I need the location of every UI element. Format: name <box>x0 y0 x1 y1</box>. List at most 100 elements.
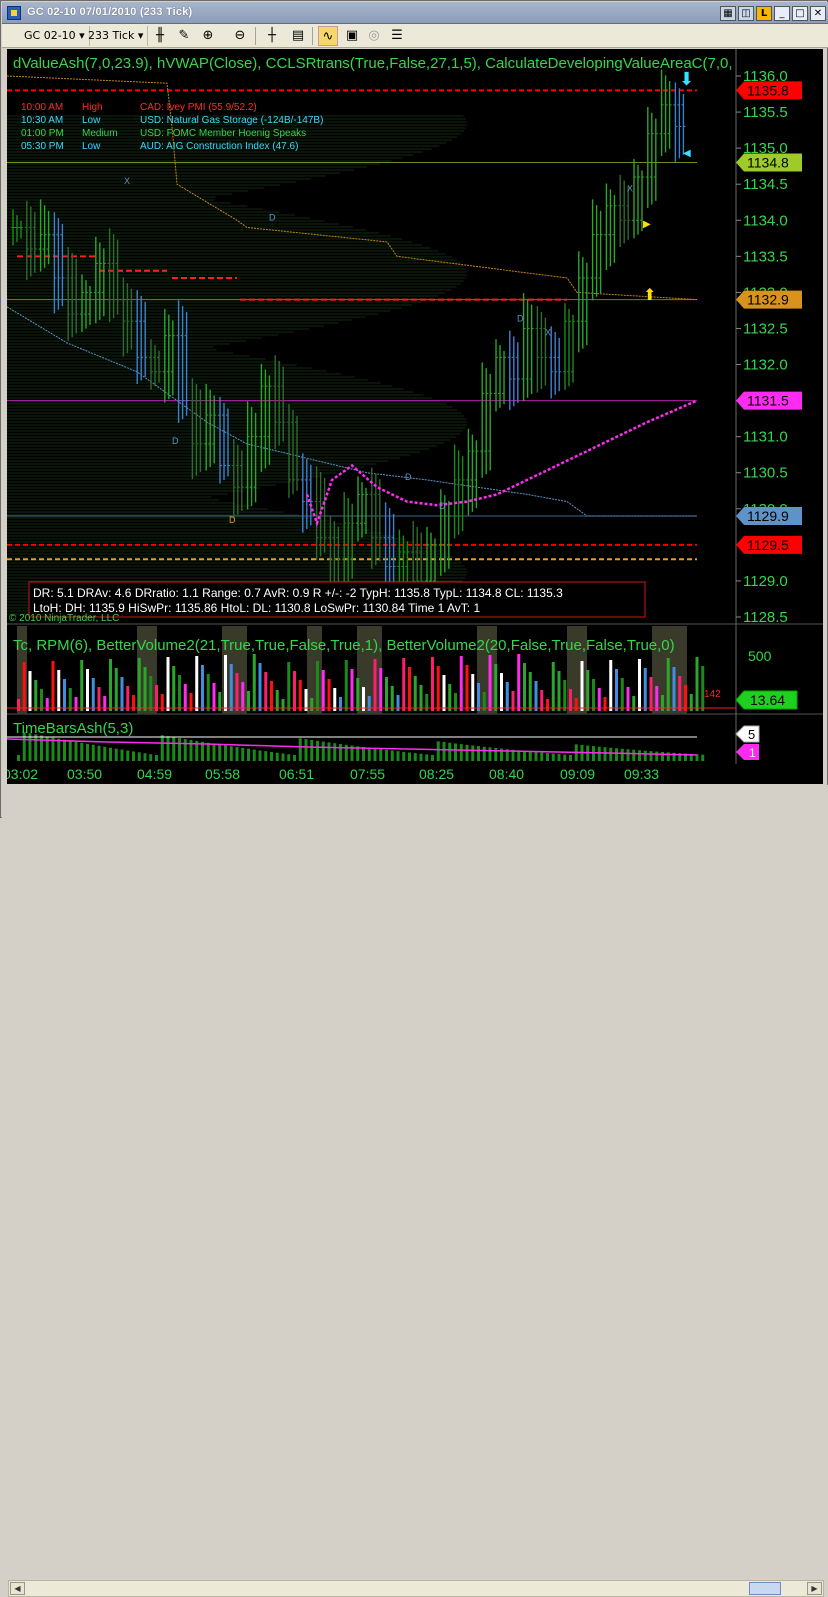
news-cell: Low <box>82 141 101 152</box>
volume-bar <box>91 678 95 711</box>
timebar-bar <box>120 749 124 761</box>
chart-area[interactable]: D D D D D X X X D ⬇ ⬆ ◀ ▶ 1136.0 1135.5 1135.0 1134.5 11… <box>6 49 823 764</box>
maximize-button[interactable]: □ <box>792 6 808 21</box>
signal-marker: X <box>545 328 551 338</box>
window-icon-1[interactable]: ▦ <box>720 6 736 21</box>
timebar-bar <box>34 734 38 761</box>
timebar-bar <box>321 741 325 761</box>
title-bar[interactable]: GC 02-10 07/01/2010 (233 Tick) ▦ ◫ L _ □… <box>2 2 828 24</box>
volume-bar <box>408 667 411 711</box>
volume-bar <box>143 667 147 711</box>
interval-selector[interactable]: 233 Tick ▾ <box>84 26 149 46</box>
zoom-in-icon[interactable]: ⊕ <box>198 26 218 46</box>
volume-bar <box>103 696 107 711</box>
volume-bar <box>229 664 233 711</box>
timebar-bar <box>367 747 371 761</box>
window-icon-3[interactable]: L <box>756 6 772 21</box>
timebar-bar <box>63 739 66 761</box>
timebar-bar <box>333 743 337 761</box>
timebar-bar <box>293 755 296 761</box>
volume-bar <box>419 685 423 711</box>
timebar-bar <box>385 749 388 761</box>
timebar-bar <box>638 750 641 761</box>
chart-canvas[interactable]: DDDDDXXXD⬇⬆◀▶ 1136.01135.51135.01134.511… <box>6 49 823 764</box>
circle-icon[interactable]: ◎ <box>364 26 384 46</box>
y-tick-label: 1132.5 <box>743 320 788 337</box>
price-tag-value: 1135.8 <box>747 82 789 98</box>
volume-bar <box>494 664 498 711</box>
timebar-bar <box>551 753 555 761</box>
volume-bar <box>632 696 636 711</box>
horizontal-scrollbar[interactable]: ◀ ▶ <box>8 1580 824 1597</box>
pencil-draw-icon[interactable]: ✎ <box>174 26 194 46</box>
scroll-thumb[interactable] <box>749 1582 781 1595</box>
volume-bar <box>534 681 538 711</box>
x-tick-label: 07:55 <box>350 766 385 782</box>
volume-bar <box>264 672 268 711</box>
price-tag: 1131.5 <box>736 391 802 410</box>
crosshair-icon[interactable]: ┼ <box>262 26 282 46</box>
timebar-bar <box>523 750 526 761</box>
window-icon-2[interactable]: ◫ <box>738 6 754 21</box>
volume-bar <box>528 672 532 711</box>
volume-bar <box>298 680 302 711</box>
timebar-bar <box>137 752 141 761</box>
volume-bar <box>51 661 55 711</box>
timebar-bar <box>362 747 365 761</box>
volume-bar <box>224 655 227 711</box>
volume-bar <box>362 687 365 711</box>
volume-bar <box>17 699 20 711</box>
signal-marker: D <box>517 313 524 323</box>
timebar-bar <box>97 745 101 761</box>
timebar-bar <box>80 742 84 761</box>
timebar-bar <box>477 746 480 761</box>
instrument-selector[interactable]: GC 02-10 ▾ <box>20 26 90 46</box>
minimize-button[interactable]: _ <box>774 6 790 21</box>
volume-bar <box>235 673 239 711</box>
volume-bar <box>132 695 135 711</box>
y-tick-label: 1135.5 <box>743 104 788 121</box>
volume-bar <box>281 699 285 711</box>
timebar-bar <box>379 749 383 761</box>
timebar-bar <box>442 742 446 761</box>
timebars-label: TimeBarsAsh(5,3) <box>13 720 133 737</box>
timebar-bar <box>287 754 291 761</box>
zoom-out-icon[interactable]: ⊖ <box>230 26 250 46</box>
signal-marker: D <box>439 501 446 511</box>
timebar-bar <box>275 752 279 761</box>
timebar-bar <box>339 743 342 761</box>
news-cell: 10:00 AM <box>21 102 63 113</box>
volume-bar <box>350 669 354 711</box>
x-tick-label: 03:02 <box>7 766 38 782</box>
volume-bar <box>206 674 210 711</box>
scroll-right-icon[interactable]: ▶ <box>807 1582 822 1595</box>
volume-axis-500: 500 <box>748 648 772 664</box>
x-tick-label: 08:25 <box>419 766 454 782</box>
x-tick-label: 06:51 <box>279 766 314 782</box>
volume-bar <box>287 662 291 711</box>
properties-icon[interactable]: ▤ <box>288 26 308 46</box>
volume-bar <box>661 695 664 711</box>
timebar-bar <box>281 753 285 761</box>
timebar-bar <box>482 746 486 761</box>
bar-style-icon[interactable]: ╫ <box>150 26 170 46</box>
timebar-bar <box>247 748 250 761</box>
list-icon[interactable]: ☰ <box>387 26 407 46</box>
timebar-bar <box>310 739 314 761</box>
volume-bar <box>28 671 32 711</box>
volume-tag: 13.64 <box>735 690 798 710</box>
time-axis-canvas: 03:02 03:50 04:59 05:58 06:51 07:55 08:25 08:40… <box>3 766 659 782</box>
timebar-bar <box>661 751 664 761</box>
indicator-icon[interactable]: ∿ <box>318 26 338 46</box>
timebar-bar <box>172 737 176 761</box>
timebar-bar <box>235 747 239 761</box>
timebar-bar <box>615 748 618 761</box>
scroll-left-icon[interactable]: ◀ <box>10 1582 25 1595</box>
volume-bar <box>477 683 480 711</box>
volume-bar <box>500 673 503 711</box>
volume-bar <box>241 682 245 711</box>
close-button[interactable]: ✕ <box>810 6 826 21</box>
time-axis: 03:02 03:50 04:59 05:58 06:51 07:55 08:25 08:40… <box>3 764 823 784</box>
timebar-bar <box>270 751 273 761</box>
strategy-icon[interactable]: ▣ <box>342 26 362 46</box>
